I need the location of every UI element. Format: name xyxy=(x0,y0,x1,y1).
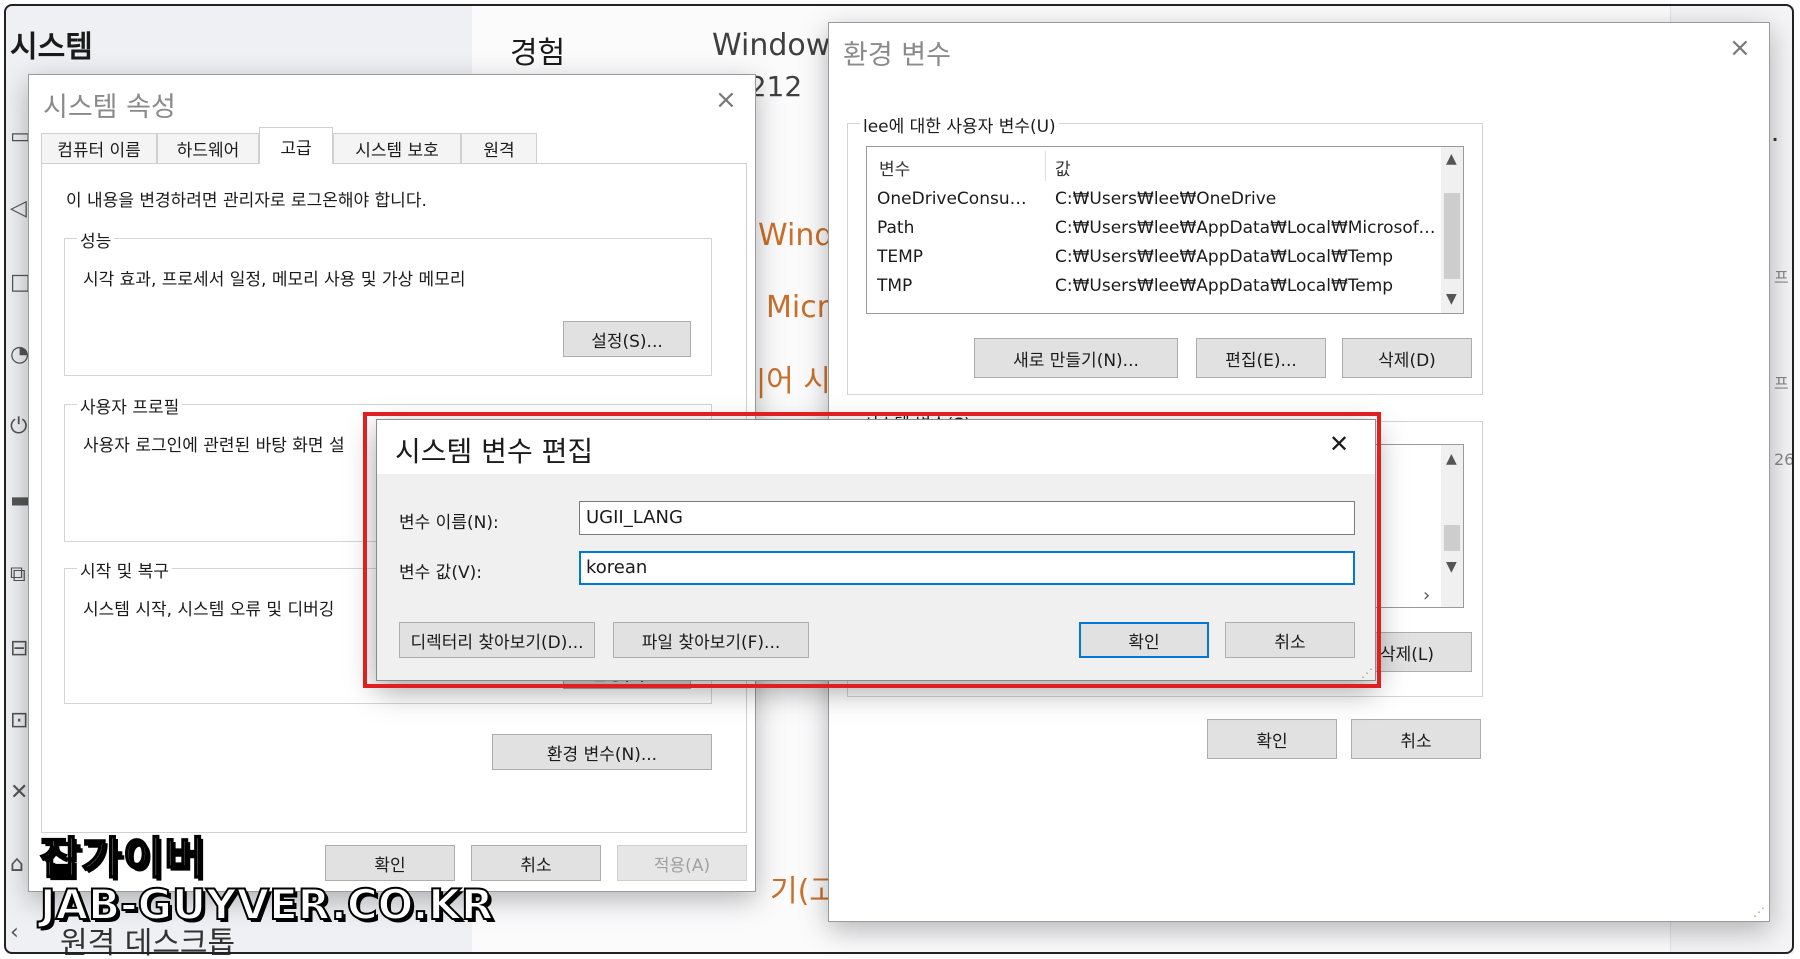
environment-variables-title: 환경 변수 xyxy=(843,40,951,71)
startup-desc: 시스템 시작, 시스템 오류 및 디버깅 xyxy=(83,600,335,620)
project-icon: ⊡ xyxy=(10,708,29,733)
tab-hardware[interactable]: 하드웨어 xyxy=(157,133,259,163)
user-variables-list[interactable]: 변수 값 OneDriveConsumer C:₩Users₩lee₩OneDr… xyxy=(866,146,1464,314)
user-edit-button[interactable]: 편집(E)... xyxy=(1196,338,1326,378)
user-var-name[interactable]: TMP xyxy=(877,276,1043,296)
settings-page-title: 시스템 xyxy=(10,30,93,65)
performance-desc: 시각 효과, 프로세서 일정, 메모리 사용 및 가상 메모리 xyxy=(83,270,466,290)
windows-text: Windows xyxy=(712,28,846,63)
environment-variables-cancel-button[interactable]: 취소 xyxy=(1351,719,1481,759)
scroll-up-icon[interactable]: ▲ xyxy=(1446,451,1457,467)
performance-legend: 성능 xyxy=(77,227,115,252)
column-header-variable[interactable]: 변수 xyxy=(879,155,910,180)
multitask-icon: ⊟ xyxy=(10,636,29,661)
column-header-value[interactable]: 값 xyxy=(1055,155,1071,180)
strip-marker: . xyxy=(1772,126,1779,145)
environment-variables-button[interactable]: 환경 변수(N)... xyxy=(492,734,712,770)
watermark-url: JAB-GUYVER.CO.KR xyxy=(39,879,494,930)
tab-remote[interactable]: 원격 xyxy=(461,133,537,163)
orange-link-2[interactable]: Micr xyxy=(766,290,829,325)
environment-variables-close-icon[interactable]: × xyxy=(1729,33,1751,63)
orange-link-4[interactable]: 기(고 xyxy=(770,866,837,910)
tab-label: 하드웨어 xyxy=(176,141,240,161)
user-delete-button[interactable]: 삭제(D) xyxy=(1342,338,1472,378)
resize-grip-icon[interactable]: ⋰ xyxy=(1753,905,1765,919)
strip-text-2: 프 xyxy=(1774,374,1789,393)
column-separator xyxy=(1045,151,1046,181)
screenshot-frame: 시스템 경험 Windows .2212 Wind Micr |어 시 기(고 … xyxy=(0,0,1800,959)
user-profile-legend: 사용자 프로필 xyxy=(77,393,183,418)
system-properties-title: 시스템 속성 xyxy=(43,92,176,123)
system-list-scroll-thumb[interactable] xyxy=(1444,525,1460,551)
scroll-down-icon[interactable]: ▼ xyxy=(1446,291,1457,307)
user-var-name[interactable]: Path xyxy=(877,218,1043,238)
user-var-value[interactable]: C:₩Users₩lee₩AppData₩Local₩Temp xyxy=(1055,247,1437,267)
user-list-scroll-thumb[interactable] xyxy=(1444,193,1460,279)
scroll-down-icon[interactable]: ▼ xyxy=(1446,559,1457,575)
tab-label: 원격 xyxy=(483,141,515,161)
tab-advanced[interactable]: 고급 xyxy=(259,127,333,164)
strip-text-1: 프 xyxy=(1774,268,1789,287)
tab-label: 컴퓨터 이름 xyxy=(57,141,141,161)
startup-legend: 시작 및 복구 xyxy=(77,557,173,582)
sound-icon: ◁ xyxy=(10,196,27,221)
performance-settings-button[interactable]: 설정(S)... xyxy=(563,321,691,357)
tab-label: 고급 xyxy=(280,138,312,159)
system-properties-close-icon[interactable]: × xyxy=(715,85,737,115)
tab-system-protection[interactable]: 시스템 보호 xyxy=(333,133,461,163)
remote-icon: ✕ xyxy=(10,780,29,805)
performance-group: 성능 시각 효과, 프로세서 일정, 메모리 사용 및 가상 메모리 설정(S)… xyxy=(64,227,712,376)
power-icon: ⏻ xyxy=(10,414,28,439)
user-var-name[interactable]: OneDriveConsumer xyxy=(877,189,1043,209)
clipboard-icon: ⌂ xyxy=(10,852,24,877)
scroll-right-icon[interactable]: › xyxy=(1423,585,1430,606)
admin-notice: 이 내용을 변경하려면 관리자로 로그온해야 합니다. xyxy=(66,191,427,211)
user-variables-legend: lee에 대한 사용자 변수(U) xyxy=(860,112,1059,137)
system-properties-apply-button[interactable]: 적용(A) xyxy=(617,845,747,881)
experience-label: 경험 xyxy=(510,36,566,71)
scroll-up-icon[interactable]: ▲ xyxy=(1446,151,1457,167)
system-properties-ok-button[interactable]: 확인 xyxy=(325,845,455,881)
watermark-name: 잡가이버 xyxy=(39,832,206,885)
nearby-share-icon: ⧉ xyxy=(10,562,26,587)
highlight-annotation-box xyxy=(363,412,1381,688)
orange-link-1[interactable]: Wind xyxy=(758,218,833,253)
user-var-value[interactable]: C:₩Users₩lee₩OneDrive xyxy=(1055,189,1437,209)
environment-variables-ok-button[interactable]: 확인 xyxy=(1207,719,1337,759)
system-properties-cancel-button[interactable]: 취소 xyxy=(471,845,601,881)
user-new-button[interactable]: 새로 만들기(N)... xyxy=(974,338,1178,378)
tab-label: 시스템 보호 xyxy=(355,141,439,161)
user-var-value[interactable]: C:₩Users₩lee₩AppData₩Local₩Temp xyxy=(1055,276,1437,296)
focus-icon: ◔ xyxy=(10,342,30,367)
user-profile-desc: 사용자 로그인에 관련된 바탕 화면 설 xyxy=(83,436,345,456)
orange-link-3[interactable]: |어 시 xyxy=(756,356,831,400)
chevron-left-icon: ‹ xyxy=(10,920,19,945)
user-var-name[interactable]: TEMP xyxy=(877,247,1043,267)
user-var-value[interactable]: C:₩Users₩lee₩AppData₩Local₩Microsoft₩... xyxy=(1055,218,1437,238)
user-variables-group: lee에 대한 사용자 변수(U) 변수 값 OneDriveConsumer … xyxy=(847,112,1483,395)
tab-computer-name[interactable]: 컴퓨터 이름 xyxy=(41,133,157,163)
strip-text-3: 26 xyxy=(1774,450,1795,469)
